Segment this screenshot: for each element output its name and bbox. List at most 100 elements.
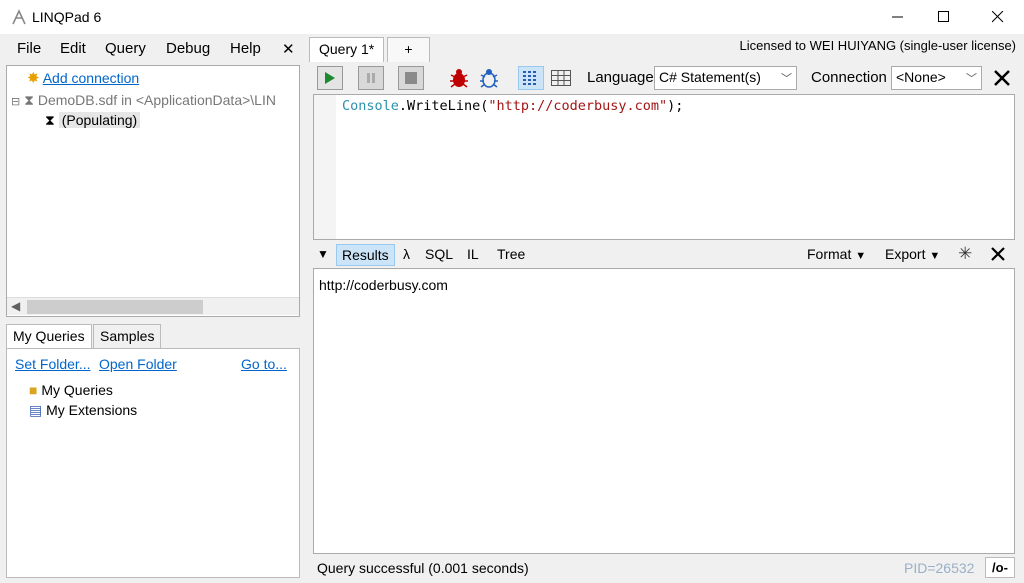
add-connection-link[interactable]: Add connection (43, 70, 140, 86)
debug-bug-button[interactable] (448, 67, 470, 92)
set-folder-link[interactable]: Set Folder... (15, 356, 90, 372)
menu-bar: File Edit Query Debug Help ✕ (0, 34, 306, 62)
scroll-thumb[interactable] (27, 300, 203, 314)
chevron-down-icon: ﹀ (966, 73, 977, 85)
menu-file[interactable]: File (17, 40, 41, 57)
title-bar: LINQPad 6 (0, 0, 1024, 34)
play-icon (325, 72, 335, 84)
goto-link[interactable]: Go to... (241, 356, 287, 372)
tab-lambda[interactable]: λ (398, 244, 415, 266)
code-punct: . (398, 98, 408, 114)
code-line: Console.WriteLine("http://coderbusy.com"… (342, 98, 683, 114)
list-grid-icon (523, 71, 536, 85)
code-method: WriteLine (407, 98, 481, 114)
open-folder-link[interactable]: Open Folder (99, 356, 177, 372)
minimize-button[interactable] (875, 0, 921, 34)
caret-down-icon: ▼ (855, 250, 867, 262)
star-icon: ✸ (27, 70, 40, 87)
stop-icon (405, 72, 417, 84)
collapse-icon: ⊟ (11, 96, 21, 108)
format-label: Format (807, 246, 852, 262)
chevron-down-icon: ﹀ (781, 73, 792, 85)
status-bar: Query successful (0.001 seconds) PID=265… (306, 556, 1020, 580)
close-icon (994, 70, 1010, 86)
results-output: http://coderbusy.com (319, 277, 448, 293)
tree-item-label: My Extensions (46, 402, 138, 418)
status-message: Query successful (0.001 seconds) (317, 560, 529, 576)
menu-edit[interactable]: Edit (60, 40, 86, 57)
code-string: "http://coderbusy.com" (488, 98, 668, 114)
horizontal-scrollbar[interactable]: ◀ (7, 297, 299, 315)
menu-query[interactable]: Query (105, 40, 146, 57)
output-toggle-button[interactable]: /o- (985, 557, 1015, 578)
menu-debug[interactable]: Debug (166, 40, 210, 57)
bug-blue-icon (480, 69, 498, 88)
tab-sql[interactable]: SQL (420, 244, 458, 266)
tab-my-queries[interactable]: My Queries (6, 324, 92, 350)
tree-item-my-extensions[interactable]: ▤ My Extensions (29, 402, 137, 419)
run-button[interactable] (317, 66, 343, 90)
rich-text-results-button[interactable] (518, 66, 544, 90)
populating-label: (Populating) (58, 112, 141, 128)
format-menu[interactable]: Format ▼ (807, 246, 866, 262)
connection-select[interactable]: <None> ﹀ (891, 66, 982, 90)
queries-tabs: My Queries Samples (6, 324, 300, 350)
table-grid-icon (551, 70, 571, 86)
close-results-button[interactable] (991, 247, 1005, 264)
connection-label: DemoDB.sdf in <ApplicationData>\LIN (37, 92, 276, 108)
code-punct: ); (667, 98, 684, 114)
scroll-left-icon[interactable]: ◀ (11, 299, 20, 313)
close-icon (991, 247, 1005, 261)
stop-button[interactable] (398, 66, 424, 90)
close-window-button[interactable] (975, 0, 1021, 34)
minimize-icon (892, 16, 903, 18)
bug-red-icon (450, 69, 468, 88)
tab-results[interactable]: Results (336, 244, 395, 266)
language-select[interactable]: C# Statement(s) ﹀ (654, 66, 797, 90)
collapse-results-icon[interactable]: ▼ (317, 247, 329, 261)
tab-il[interactable]: IL (462, 244, 484, 266)
code-editor[interactable]: Console.WriteLine("http://coderbusy.com"… (313, 94, 1015, 240)
results-panel: http://coderbusy.com (313, 268, 1015, 554)
hourglass-icon: ⧗ (24, 92, 34, 108)
debug-step-button[interactable] (478, 67, 500, 92)
connection-value: <None> (896, 69, 946, 85)
close-query-button[interactable] (994, 70, 1010, 89)
tab-query-1[interactable]: Query 1* (309, 37, 385, 62)
language-value: C# Statement(s) (659, 69, 761, 85)
pid-label: PID=26532 (904, 560, 975, 576)
code-type: Console (342, 98, 399, 114)
spinner-icon[interactable]: ✳ (958, 244, 972, 264)
menu-help[interactable]: Help (230, 40, 261, 57)
export-menu[interactable]: Export ▼ (885, 246, 940, 262)
pause-button[interactable] (358, 66, 384, 90)
editor-gutter (314, 95, 336, 239)
language-label: Language (587, 69, 654, 86)
tab-samples[interactable]: Samples (93, 324, 162, 349)
close-panel-button[interactable]: ✕ (282, 40, 295, 58)
queries-panel: Set Folder... Open Folder Go to... ■ My … (6, 348, 300, 578)
connection-label: Connection (811, 69, 887, 86)
linqpad-logo-icon (12, 9, 26, 25)
folder-icon: ■ (29, 382, 38, 398)
connection-item-demodb[interactable]: ⊟ ⧗ DemoDB.sdf in <ApplicationData>\LIN (11, 92, 276, 109)
tab-tree[interactable]: Tree (492, 244, 530, 266)
window-title: LINQPad 6 (32, 9, 102, 25)
results-toolbar: ▼ Results λ SQL IL Tree Format ▼ Export … (306, 242, 1020, 268)
maximize-button[interactable] (921, 0, 967, 34)
tree-item-my-queries[interactable]: ■ My Queries (29, 382, 113, 398)
populating-item[interactable]: ⧗ (Populating) (45, 112, 141, 129)
license-text: Licensed to WEI HUIYANG (single-user lic… (739, 38, 1016, 53)
document-icon: ▤ (29, 402, 43, 418)
connections-tree: ✸ Add connection ⊟ ⧗ DemoDB.sdf in <Appl… (6, 65, 300, 317)
add-query-tab[interactable]: + (387, 37, 430, 62)
maximize-icon (938, 11, 949, 22)
data-grid-results-button[interactable] (551, 70, 571, 89)
hourglass-icon: ⧗ (45, 112, 55, 128)
caret-down-icon: ▼ (929, 250, 941, 262)
export-label: Export (885, 246, 926, 262)
pause-icon (367, 73, 375, 83)
tree-item-label: My Queries (41, 382, 113, 398)
toolbar: Language C# Statement(s) ﹀ Connection <N… (306, 62, 1020, 94)
close-icon (992, 11, 1004, 23)
